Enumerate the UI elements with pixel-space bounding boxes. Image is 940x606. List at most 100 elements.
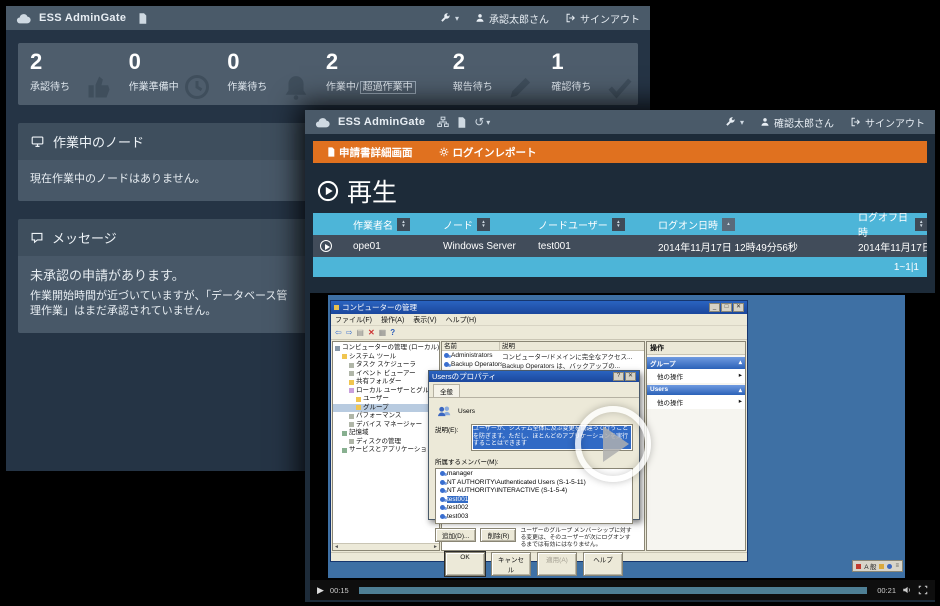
member-row[interactable]: test003 (436, 512, 632, 521)
membership-note: ユーザーのグループ メンバーシップに対する変更は、そのユーザーが次にログオンする… (520, 528, 633, 549)
dialog-button[interactable]: キャンセル (491, 552, 531, 576)
menu-item[interactable]: ヘルプ(H) (446, 315, 477, 325)
delete-icon[interactable]: ✕ (368, 328, 375, 337)
sort-icon[interactable] (397, 218, 410, 231)
counter-working-overtime[interactable]: 2 作業中/超過作業中 (314, 43, 441, 105)
signout-button[interactable]: サインアウト (850, 115, 925, 130)
menu-item[interactable]: 操作(A) (381, 315, 404, 325)
properties-icon[interactable]: ▦ (379, 328, 387, 337)
tree-item-icon (349, 363, 354, 368)
sort-icon[interactable] (477, 218, 490, 231)
counter-waiting[interactable]: 0 作業待ち (215, 43, 314, 105)
message-body: 未承認の申請があります。 作業開始時間が近づいていますが、「データベース管理作業… (18, 256, 310, 333)
tree-item[interactable]: イベント ビューアー (333, 370, 439, 379)
close-button[interactable]: ✕ (733, 303, 744, 312)
dialog-close-button[interactable]: ✕ (625, 372, 636, 381)
wrench-icon (724, 116, 736, 128)
tree-item-label: サービスとアプリケーション (349, 446, 433, 455)
tree-item-label: パフォーマンス (356, 412, 401, 421)
dialog-button[interactable]: ヘルプ (583, 552, 623, 576)
counter-confirm-waiting[interactable]: 1 確認待ち (539, 43, 638, 105)
tree-item[interactable]: ローカル ユーザーとグループ (333, 387, 439, 396)
minimize-button[interactable]: _ (709, 303, 720, 312)
nav-login-report[interactable]: ログインレポート (439, 145, 537, 160)
table-column-header[interactable]: ログオフ日時 (844, 209, 927, 239)
orange-navbar: 申請書詳細画面 ログインレポート (313, 141, 927, 163)
tree-item[interactable]: システム ツール (333, 353, 439, 362)
video-player[interactable]: コンピューターの管理 _ □ ✕ ファイル(F)操作(A)表示(V)ヘルプ(H)… (310, 293, 935, 600)
member-row[interactable]: test002 (436, 504, 632, 513)
table-column-header[interactable]: ノードユーザー (524, 217, 644, 232)
dialog-help-button[interactable]: ? (613, 372, 624, 381)
tree-item[interactable]: 共有フォルダー (333, 378, 439, 387)
help-icon[interactable]: ? (390, 328, 395, 337)
tree-item-icon (349, 371, 354, 376)
more-actions-item[interactable]: 他の操作▸ (647, 395, 745, 409)
user-menu[interactable]: 承認太郎さん (475, 11, 549, 26)
menu-item[interactable]: ファイル(F) (335, 315, 372, 325)
column-label: ノード (443, 217, 473, 232)
more-actions-item[interactable]: 他の操作▸ (647, 369, 745, 383)
tree-item[interactable]: デバイス マネージャー (333, 421, 439, 430)
tree-item-icon (342, 431, 347, 436)
sort-icon[interactable] (722, 218, 735, 231)
volume-icon[interactable] (902, 585, 912, 595)
forward-icon[interactable]: ⇨ (346, 328, 353, 337)
remove-button[interactable]: 削除(R) (480, 528, 516, 542)
tree-item[interactable]: パフォーマンス (333, 412, 439, 421)
play-overlay-icon[interactable] (575, 406, 651, 482)
dialog-tabs: 全般 (429, 382, 639, 398)
session-row[interactable]: ope01 Windows Server test001 2014年11月17日… (313, 235, 927, 257)
maximize-button[interactable]: □ (721, 303, 732, 312)
document-icon[interactable] (457, 117, 466, 128)
tree-item[interactable]: サービスとアプリケーション (333, 446, 439, 455)
seek-bar[interactable] (359, 587, 868, 594)
history-icon[interactable]: ↺▾ (474, 115, 490, 129)
sitemap-icon[interactable] (437, 116, 449, 128)
table-column-header[interactable]: ログオン日時 (644, 217, 844, 232)
ime-language-bar[interactable]: A 般 ≡ (852, 560, 903, 572)
section-title: メッセージ (52, 228, 117, 247)
sort-icon[interactable] (915, 218, 927, 231)
record-count: 1~1|1 (894, 262, 919, 273)
table-header-row: 作業者名 ノード ノードユーザー ログオン日時 ログオフ日時 (313, 213, 927, 235)
show-tree-icon[interactable]: ▤ (356, 328, 364, 337)
nav-request-detail[interactable]: 申請書詳細画面 (327, 145, 413, 160)
user-menu[interactable]: 確認太郎さん (760, 115, 834, 130)
actions-group-header[interactable]: Users▴ (647, 385, 745, 395)
tree-item[interactable]: ユーザー (333, 395, 439, 404)
member-row[interactable]: test001 (436, 495, 632, 504)
tab-general[interactable]: 全般 (433, 384, 460, 397)
sort-icon[interactable] (612, 218, 625, 231)
back-icon[interactable]: ⇦ (335, 328, 342, 337)
counter-pending-approval[interactable]: 2 承認待ち (18, 43, 117, 105)
actions-groups: グループ▴ 他の操作▸ Users▴ 他の操作▸ (647, 355, 745, 409)
tree-item[interactable]: ディスクの管理 (333, 438, 439, 447)
tree-item[interactable]: 記憶域 (333, 429, 439, 438)
tree-item[interactable]: コンピューターの管理 (ローカル) (333, 344, 439, 353)
actions-group-header[interactable]: グループ▴ (647, 357, 745, 369)
counter-preparing[interactable]: 0 作業準備中 (117, 43, 216, 105)
document-icon[interactable] (138, 13, 147, 24)
member-row[interactable]: NT AUTHORITY\INTERACTIVE (S-1-5-4) (436, 487, 632, 496)
table-column-header[interactable]: ノード (429, 217, 524, 232)
dialog-button[interactable]: 適用(A) (537, 552, 577, 576)
table-column-header[interactable]: 作業者名 (339, 217, 429, 232)
signout-button[interactable]: サインアウト (565, 11, 640, 26)
app-brand[interactable]: ESS AdminGate (39, 12, 126, 24)
tree-item[interactable]: タスク スケジューラ (333, 361, 439, 370)
play-button[interactable]: ▶ (317, 585, 324, 596)
row-play-icon[interactable] (320, 240, 332, 252)
app-brand[interactable]: ESS AdminGate (338, 116, 425, 128)
dialog-button[interactable]: OK (445, 552, 485, 576)
add-button[interactable]: 追加(D)... (435, 528, 476, 542)
member-name: manager (447, 470, 473, 477)
tools-menu-button[interactable]: ▾ (724, 116, 744, 128)
horizontal-scrollbar[interactable]: ◄► (333, 543, 439, 550)
menu-item[interactable]: 表示(V) (413, 315, 436, 325)
counter-report-waiting[interactable]: 2 報告待ち (441, 43, 540, 105)
tree-item[interactable]: グループ (333, 404, 439, 413)
tools-menu-button[interactable]: ▾ (439, 12, 459, 24)
fullscreen-icon[interactable] (918, 585, 928, 595)
tree-item-label: ディスクの管理 (356, 438, 401, 447)
